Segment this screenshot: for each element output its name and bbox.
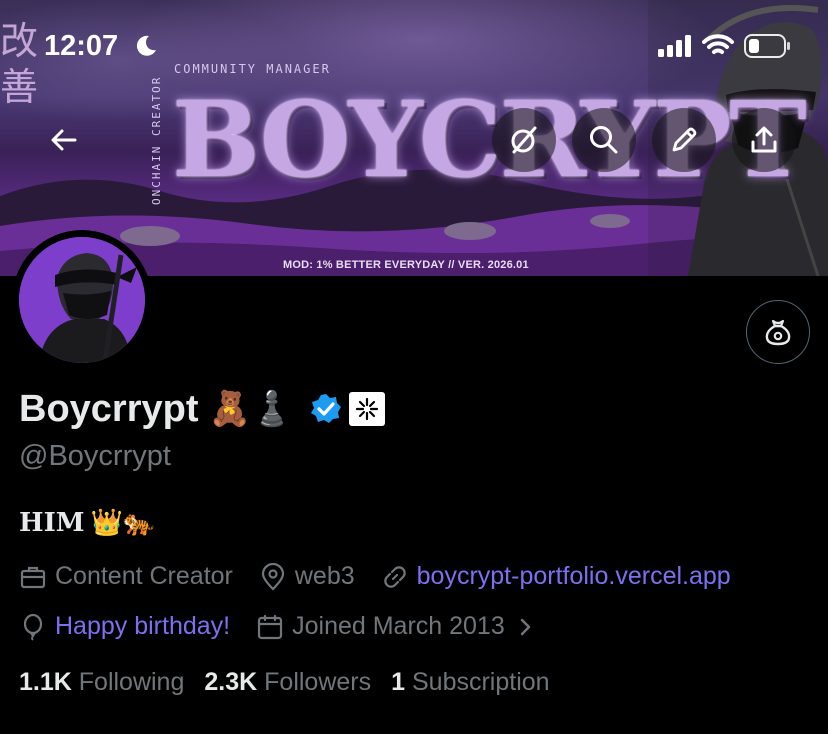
followers-stat[interactable]: 2.3K Followers: [204, 668, 371, 697]
avatar-image: [19, 237, 145, 363]
bio-emojis: 👑🐅: [90, 508, 156, 538]
share-button[interactable]: [732, 108, 796, 172]
website-item[interactable]: boycrypt-portfolio.vercel.app: [381, 562, 731, 591]
location-pin-icon: [261, 562, 284, 591]
search-icon: [590, 126, 618, 154]
arrow-left-icon: [51, 129, 77, 151]
grok-slash-circle-icon: [511, 126, 537, 154]
profile-stats: 1.1K Following 2.3K Followers 1 Subscrip…: [19, 668, 570, 697]
profile-name-row: Boycrrypt 🧸♟️: [19, 382, 386, 436]
followers-count: 2.3K: [204, 668, 258, 696]
money-bag-icon: [765, 319, 791, 346]
pencil-icon: [672, 127, 697, 152]
status-icons: [658, 34, 792, 58]
battery-icon: [744, 34, 790, 58]
joined-item[interactable]: Joined March 2013: [256, 612, 535, 641]
chevron-right-icon: [520, 618, 530, 635]
avatar[interactable]: [12, 230, 152, 370]
following-count: 1.1K: [19, 668, 72, 696]
subscription-label: Subscription: [411, 668, 550, 696]
following-label: Following: [78, 668, 185, 696]
followers-label: Followers: [264, 668, 372, 696]
affiliate-badge[interactable]: [349, 392, 386, 426]
category-item: Content Creator: [19, 562, 233, 591]
joined-text: Joined March 2013: [292, 612, 505, 640]
profile-name: Boycrrypt: [19, 387, 199, 430]
profile-handle: @Boycrrypt: [19, 440, 171, 472]
profile-bio: HIM 👑🐅: [19, 508, 155, 538]
ninja-avatar-art: [19, 237, 145, 363]
calendar-icon: [258, 614, 283, 639]
banner-kanji: 改善: [0, 19, 39, 109]
category-text: Content Creator: [55, 562, 233, 590]
sparkle-burst-icon: [356, 397, 379, 421]
banner-community-label: COMMUNITY MANAGER: [174, 62, 331, 76]
location-text: web3: [294, 562, 355, 590]
subscription-count: 1: [391, 668, 406, 696]
birthday-text[interactable]: Happy birthday!: [55, 612, 230, 641]
subscription-stat[interactable]: 1 Subscription: [391, 668, 549, 697]
wifi-icon: [702, 34, 734, 54]
edit-button[interactable]: [652, 108, 716, 172]
verified-badge-icon[interactable]: [309, 392, 343, 426]
balloon-icon: [23, 613, 43, 641]
status-time: 12:07: [44, 30, 119, 62]
location-item: web3: [259, 562, 355, 591]
bio-text: HIM: [19, 508, 85, 538]
profile-meta-row-1: Content Creator web3 boycrypt-portfolio.…: [19, 562, 757, 591]
name-emojis: 🧸♟️: [208, 390, 294, 428]
birthday-item[interactable]: Happy birthday!: [19, 612, 230, 641]
tip-button[interactable]: [746, 300, 810, 364]
cellular-signal-icon: [658, 35, 691, 57]
moon-icon: [136, 35, 156, 56]
profile-meta-row-2: Happy birthday! Joined March 2013: [19, 612, 561, 641]
banner-tagline: MOD: 1% BETTER EVERYDAY // VER. 2026.01: [283, 259, 529, 271]
following-stat[interactable]: 1.1K Following: [19, 668, 184, 697]
briefcase-icon: [20, 566, 46, 588]
grok-button[interactable]: [492, 108, 556, 172]
banner-onchain-label: ONCHAIN CREATOR: [150, 75, 163, 205]
share-upload-icon: [751, 126, 777, 153]
website-link[interactable]: boycrypt-portfolio.vercel.app: [417, 562, 731, 591]
search-button[interactable]: [572, 108, 636, 172]
back-button[interactable]: [32, 108, 96, 172]
link-icon: [383, 565, 406, 588]
